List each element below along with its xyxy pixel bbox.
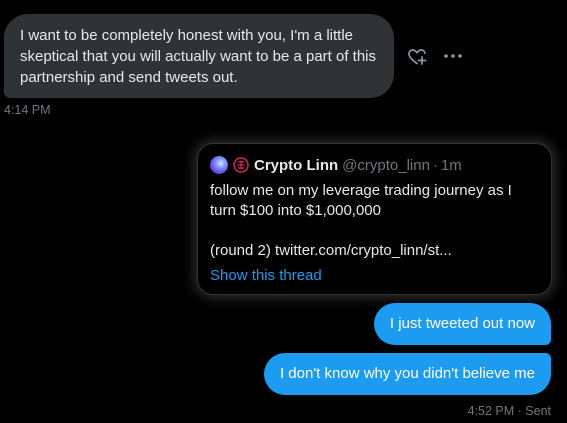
avatar[interactable] — [210, 156, 228, 174]
red-seal-badge-icon — [233, 157, 249, 173]
outgoing-message-text: I don't know why you didn't believe me — [279, 365, 535, 382]
incoming-message-time: 4:14 PM — [4, 103, 51, 117]
outgoing-message-bubble[interactable]: I don't know why you didn't believe me — [263, 353, 551, 395]
heart-plus-icon[interactable] — [407, 47, 427, 67]
quoted-tweet-card[interactable]: Crypto Linn @crypto_linn · 1m follow me … — [197, 143, 552, 295]
tweet-author-handle[interactable]: @crypto_linn — [342, 157, 430, 174]
incoming-message-text: I want to be completely honest with you,… — [20, 27, 377, 86]
outgoing-message-status: 4:52 PM · Sent — [467, 404, 551, 418]
more-horizontal-icon[interactable] — [442, 46, 464, 66]
tweet-body-text: follow me on my leverage trading journey… — [210, 182, 512, 259]
outgoing-message-text: I just tweeted out now — [389, 315, 535, 332]
outgoing-message-bubble[interactable]: I just tweeted out now — [373, 303, 551, 345]
incoming-message-bubble[interactable]: I want to be completely honest with you,… — [4, 14, 394, 98]
tweet-separator: · — [432, 156, 438, 174]
show-thread-link[interactable]: Show this thread — [210, 266, 539, 286]
tweet-time[interactable]: 1m — [441, 157, 462, 174]
tweet-header: Crypto Linn @crypto_linn · 1m — [210, 155, 539, 175]
tweet-author-name[interactable]: Crypto Linn — [254, 157, 338, 174]
dm-conversation: I want to be completely honest with you,… — [0, 0, 567, 423]
